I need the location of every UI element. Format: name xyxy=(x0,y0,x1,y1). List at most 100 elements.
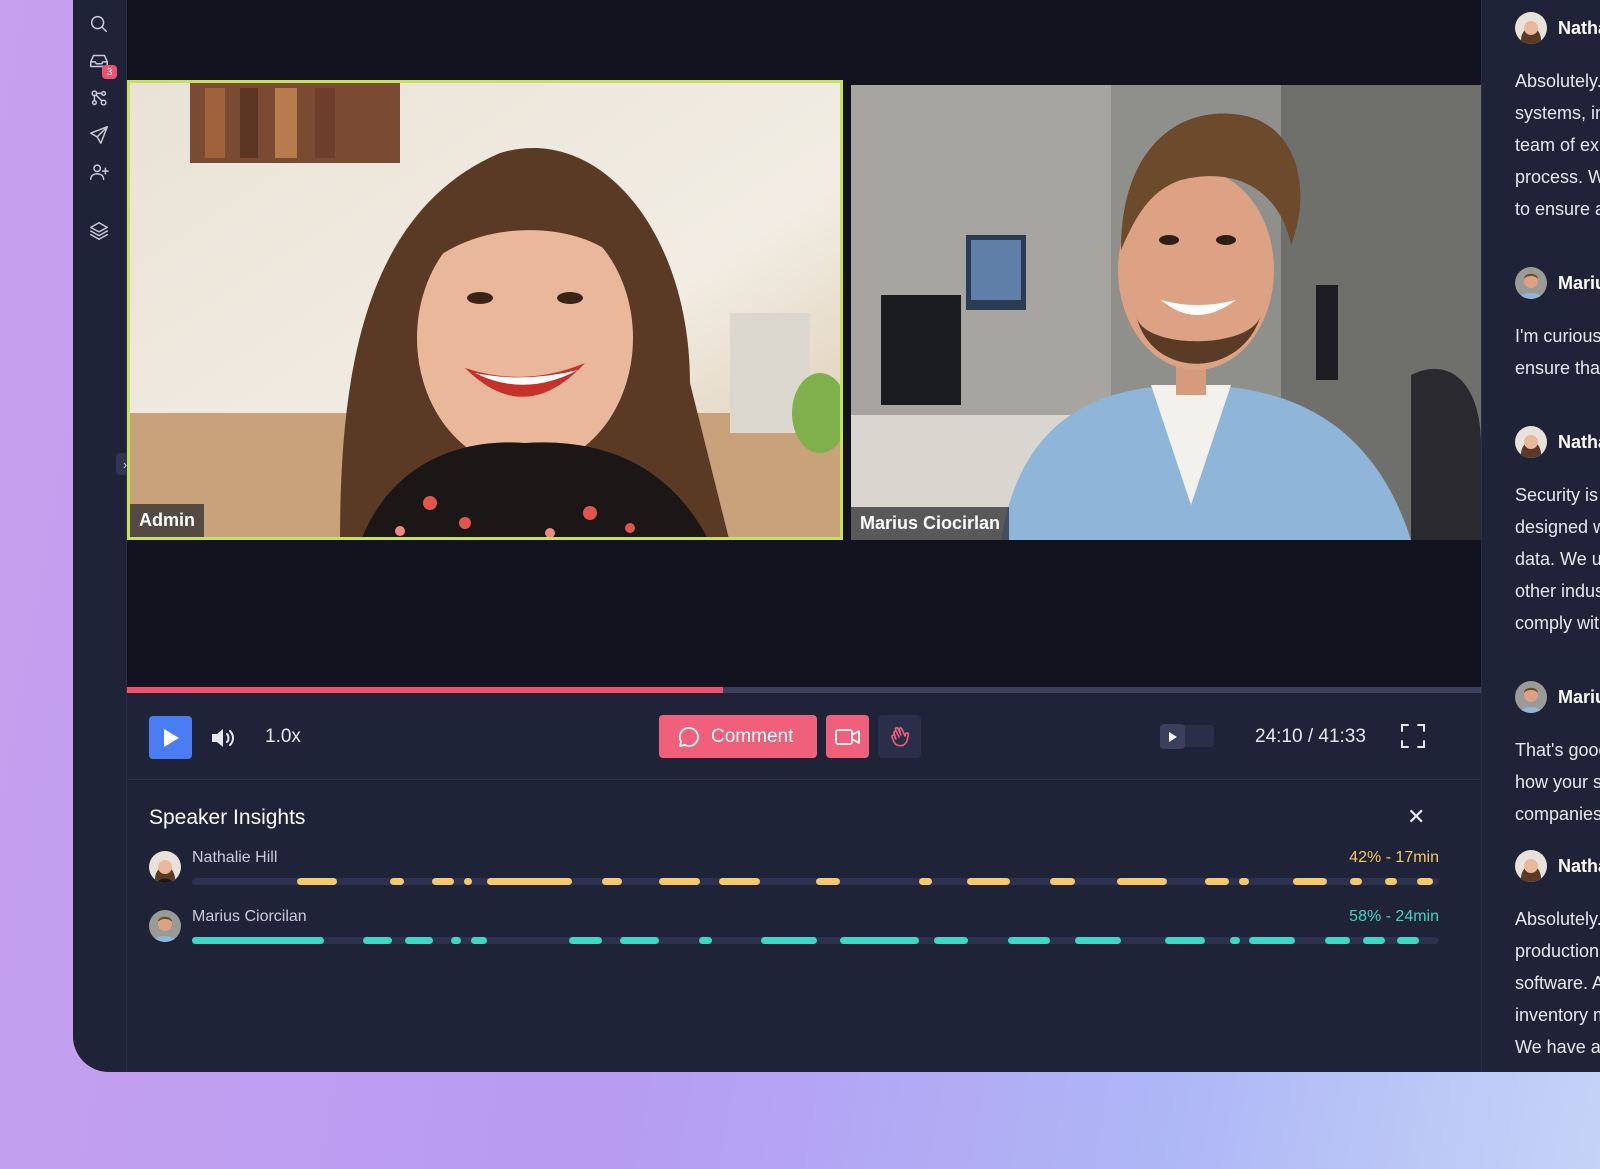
add-user-icon[interactable] xyxy=(86,159,112,185)
speaking-segment xyxy=(719,878,760,885)
speaking-segment xyxy=(934,937,968,944)
speaking-segment xyxy=(699,937,712,944)
speaking-segment xyxy=(192,937,324,944)
panel-title: Speaker Insights xyxy=(149,806,306,829)
speaker-stat: 58% - 24min xyxy=(1349,908,1439,925)
message-body: Absolutely. We offer seamless integratio… xyxy=(1515,65,1600,225)
avatar xyxy=(149,851,181,883)
speaking-segment xyxy=(1008,937,1050,944)
integrations-icon[interactable] xyxy=(86,85,112,111)
message-body: Security is our top priority. Our platfo… xyxy=(1515,479,1600,639)
speaking-segment xyxy=(569,937,602,944)
speaking-segment xyxy=(1050,878,1075,885)
transcript-message: Marius Ciocirlan I'm curious about securi… xyxy=(1515,267,1600,384)
message-line: production efficiency after adopting our xyxy=(1515,941,1600,961)
video-tile-marius[interactable]: Marius Ciocirlan xyxy=(851,85,1481,540)
message-line: I'm curious about security. How do you xyxy=(1515,326,1600,346)
fullscreen-icon xyxy=(1401,724,1425,748)
transcript-message: Marius Ciocirlan That's good to hear. Cou… xyxy=(1515,681,1600,830)
message-line: Security is our top priority. Our platfo… xyxy=(1515,485,1600,505)
speaking-segment xyxy=(1417,878,1433,885)
autoplay-toggle[interactable] xyxy=(1160,724,1214,749)
speaker-row: Nathalie Hill 42% - 17min xyxy=(149,849,1439,891)
transcript-message: Nathalie Hill Absolutely. Several manufac… xyxy=(1515,850,1600,1063)
speaking-segment xyxy=(816,878,840,885)
time-display: 24:10 / 41:33 xyxy=(1255,726,1366,747)
message-line: comply with all major regulations. xyxy=(1515,613,1600,633)
speaking-segment xyxy=(1385,878,1397,885)
message-author: Marius Ciocirlan xyxy=(1558,272,1600,293)
avatar xyxy=(1515,267,1547,299)
speaker-name: Nathalie Hill xyxy=(192,849,278,866)
speaking-segment xyxy=(602,878,622,885)
speaker-timeline[interactable] xyxy=(192,878,1439,885)
waving-hand-icon xyxy=(890,726,909,746)
speaking-segment xyxy=(620,937,659,944)
speaking-segment xyxy=(432,878,454,885)
video-camera-icon xyxy=(834,728,860,745)
video-tile-admin[interactable]: Admin xyxy=(127,80,843,540)
close-icon[interactable]: ✕ xyxy=(1407,804,1425,830)
message-line: Absolutely. Several manufacturing compan… xyxy=(1515,909,1600,929)
participant-video-man xyxy=(851,85,1481,540)
speaking-segment xyxy=(1117,878,1167,885)
playback-speed-button[interactable]: 1.0x xyxy=(265,726,301,748)
message-header: Marius Ciocirlan xyxy=(1515,267,1600,299)
inbox-icon[interactable]: 3 xyxy=(86,48,117,79)
speaking-segment xyxy=(1363,937,1385,944)
participant-name-label: Admin xyxy=(130,504,204,537)
play-icon xyxy=(1168,731,1177,742)
avatar xyxy=(1515,12,1547,44)
message-author: Nathalie Hill xyxy=(1558,17,1600,38)
message-line: software. A client reduced costs through… xyxy=(1515,973,1600,993)
participant-video-woman xyxy=(130,83,840,537)
message-line: how your software has helped similar man… xyxy=(1515,772,1600,792)
speaker-row: Marius Ciorcilan 58% - 24min xyxy=(149,908,1439,950)
message-body: That's good to hear. Could you share som… xyxy=(1515,734,1600,830)
speaker-timeline[interactable] xyxy=(192,937,1439,944)
message-line: inventory management and streamlined ope… xyxy=(1515,1005,1600,1025)
message-header: Nathalie Hill xyxy=(1515,12,1600,44)
layers-icon[interactable] xyxy=(86,218,112,244)
toggle-knob xyxy=(1160,724,1185,749)
sidebar-rail: 3 › xyxy=(73,0,134,1072)
speaking-segment xyxy=(1350,878,1362,885)
speaking-segment xyxy=(1075,937,1121,944)
message-line: Absolutely. We offer seamless integratio… xyxy=(1515,71,1600,91)
message-header: Marius Ciocirlan xyxy=(1515,681,1600,713)
message-author: Marius Ciocirlan xyxy=(1558,686,1600,707)
message-line: designed with strong protection of your … xyxy=(1515,517,1600,537)
participant-name-label: Marius Ciocirlan xyxy=(851,507,1010,540)
message-line: other industry-standard practices, and w… xyxy=(1515,581,1600,601)
speaking-segment xyxy=(451,937,461,944)
message-header: Nathalie Hill xyxy=(1515,850,1600,882)
speaking-segment xyxy=(840,937,919,944)
message-line: companies? xyxy=(1515,804,1600,824)
comment-button[interactable]: Comment xyxy=(659,715,817,758)
search-icon[interactable] xyxy=(86,11,112,37)
avatar xyxy=(1515,426,1547,458)
speaking-segment xyxy=(919,878,932,885)
speaker-name: Marius Ciorcilan xyxy=(192,908,307,925)
transcript-message: Nathalie Hill Absolutely. We offer seamle… xyxy=(1515,12,1600,225)
volume-button[interactable] xyxy=(209,725,237,751)
speaking-segment xyxy=(1325,937,1350,944)
clip-button[interactable] xyxy=(826,715,869,758)
comment-button-label: Comment xyxy=(711,725,794,747)
speaking-segment xyxy=(363,937,392,944)
message-line: systems, including your existing ERP and… xyxy=(1515,103,1600,123)
speaking-segment xyxy=(1239,878,1249,885)
message-line: to ensure a smooth transition for your t… xyxy=(1515,199,1600,219)
message-author: Nathalie Hill xyxy=(1558,431,1600,452)
avatar xyxy=(1515,681,1547,713)
speaking-segment xyxy=(1249,937,1295,944)
speaking-segment xyxy=(487,878,572,885)
message-body: Absolutely. Several manufacturing compan… xyxy=(1515,903,1600,1063)
wave-button[interactable] xyxy=(878,715,921,758)
transcript-message: Nathalie Hill Security is our top priorit… xyxy=(1515,426,1600,639)
play-button[interactable] xyxy=(149,716,192,759)
speaking-segment xyxy=(1165,937,1205,944)
fullscreen-button[interactable] xyxy=(1400,723,1426,749)
send-icon[interactable] xyxy=(86,122,112,148)
speaking-segment xyxy=(967,878,1010,885)
